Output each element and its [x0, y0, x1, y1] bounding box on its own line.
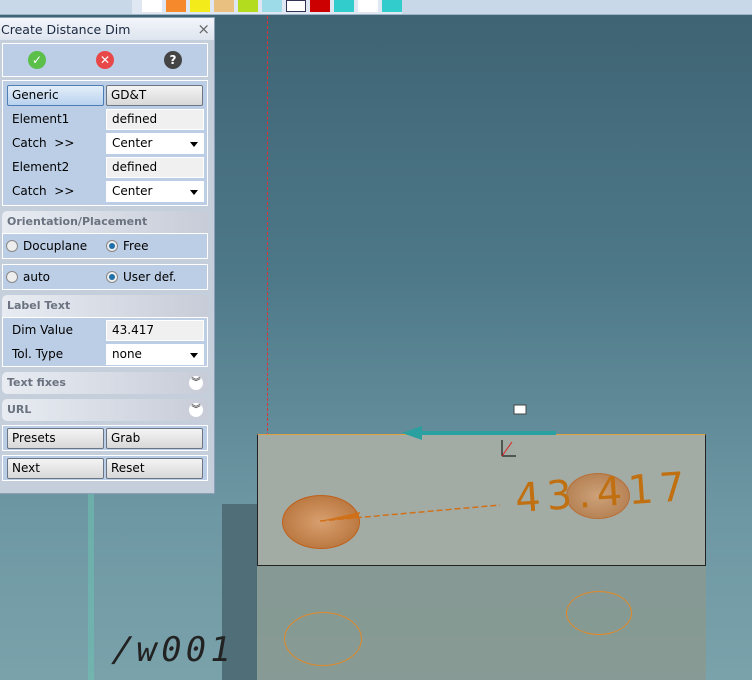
catch1-select[interactable]: Center — [106, 132, 204, 154]
dialog-title: Create Distance Dim — [1, 21, 131, 37]
reset-button[interactable]: Reset — [106, 457, 203, 479]
radio-icon — [6, 240, 18, 252]
tol-type-label: Tol. Type — [12, 347, 64, 361]
radio-selected-icon — [106, 240, 118, 252]
catch2-select[interactable]: Center — [106, 180, 204, 202]
element2-field[interactable]: defined — [106, 156, 204, 178]
presets-button[interactable]: Presets — [7, 427, 104, 449]
radio-user-def[interactable]: User def. — [106, 270, 176, 284]
catch2-label: Catch >> — [12, 184, 75, 198]
auto-label: auto — [23, 270, 51, 284]
element1-field[interactable]: defined — [106, 108, 204, 130]
radio-selected-icon — [106, 271, 118, 283]
url-title: URL — [7, 403, 32, 416]
help-question-icon[interactable]: ? — [164, 51, 182, 69]
free-label: Free — [123, 239, 149, 253]
radio-docuplane[interactable]: Docuplane — [6, 239, 106, 253]
label-text-title: Label Text — [7, 299, 71, 312]
url-header[interactable]: URL ︾ — [2, 399, 208, 421]
tab-gdt[interactable]: GD&T — [106, 84, 203, 106]
create-distance-dim-dialog: Create Distance Dim × ✓ ✕ ? Generic GD&T … — [0, 17, 215, 494]
docuplane-label: Docuplane — [23, 239, 88, 253]
element1-label: Element1 — [12, 112, 70, 126]
tab-generic[interactable]: Generic — [7, 84, 104, 106]
cancel-x-icon[interactable]: ✕ — [96, 51, 114, 69]
catch1-label: Catch >> — [12, 136, 75, 150]
dim-value-label: Dim Value — [12, 323, 74, 337]
text-fixes-title: Text fixes — [7, 376, 66, 389]
close-button[interactable]: × — [197, 20, 210, 38]
next-button[interactable]: Next — [7, 457, 104, 479]
dialog-titlebar: Create Distance Dim × — [0, 18, 214, 40]
user-def-label: User def. — [123, 270, 177, 284]
dim-value-input[interactable]: 43.417 — [106, 319, 204, 341]
element2-label: Element2 — [12, 160, 70, 174]
tol-type-select[interactable]: none — [106, 343, 204, 365]
text-fixes-header[interactable]: Text fixes ︾ — [2, 372, 208, 394]
grab-button[interactable]: Grab — [106, 427, 203, 449]
radio-icon — [6, 271, 18, 283]
expand-chevron-icon[interactable]: ︾ — [189, 403, 203, 417]
orientation-title: Orientation/Placement — [7, 215, 148, 228]
orientation-header: Orientation/Placement — [2, 211, 208, 233]
radio-free[interactable]: Free — [106, 239, 148, 253]
face-label: /w001 — [108, 630, 238, 670]
expand-chevron-icon[interactable]: ︾ — [189, 376, 203, 390]
radio-auto[interactable]: auto — [6, 270, 106, 284]
label-text-header: Label Text — [2, 295, 208, 317]
ok-check-icon[interactable]: ✓ — [28, 51, 46, 69]
